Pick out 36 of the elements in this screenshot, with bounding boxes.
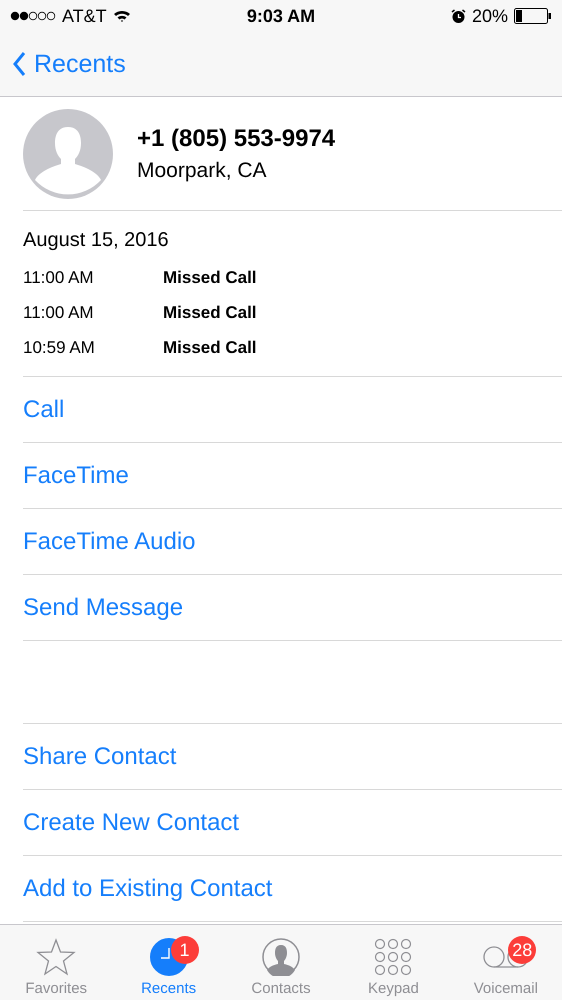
- tab-item[interactable]: 28 Voicemail: [450, 925, 562, 1000]
- action-row[interactable]: FaceTime: [23, 443, 562, 509]
- carrier: AT&T: [62, 6, 107, 26]
- person-icon: [262, 938, 300, 976]
- phone-number: +1 (805) 553-9974: [137, 124, 336, 152]
- action-row[interactable]: Share Contact: [23, 724, 562, 790]
- alarm-icon: [450, 8, 466, 24]
- tab-item[interactable]: Keypad: [337, 925, 450, 1000]
- badge-count: 28: [508, 936, 536, 964]
- signal-icon: [10, 11, 56, 21]
- action-row[interactable]: FaceTime Audio: [23, 509, 562, 575]
- call-type: Missed Call: [163, 268, 257, 288]
- chevron-left-icon: [12, 51, 26, 77]
- action-row[interactable]: Send Message: [23, 575, 562, 641]
- call-time: 11:00 AM: [23, 302, 95, 322]
- call-time: 10:59 AM: [23, 338, 96, 358]
- call-time: 11:00 AM: [23, 268, 95, 288]
- action-row[interactable]: Call: [23, 377, 562, 443]
- call-date: August 15, 2016: [23, 229, 170, 252]
- call-type: Missed Call: [163, 302, 257, 322]
- battery-icon: [514, 8, 552, 24]
- clock-time: 9:03 AM: [246, 6, 316, 26]
- action-row[interactable]: Create New Contact: [23, 790, 562, 856]
- star-icon: [36, 938, 76, 976]
- call-type: Missed Call: [163, 338, 257, 358]
- battery-percent: 20%: [472, 6, 508, 26]
- tab-item[interactable]: Favorites: [0, 925, 112, 1000]
- avatar-icon: [23, 108, 113, 198]
- wifi-icon: [112, 9, 131, 23]
- keypad-icon: [374, 938, 412, 976]
- tab-item[interactable]: 1 Recents: [112, 925, 225, 1000]
- location: Moorpark, CA: [137, 158, 268, 182]
- back-button[interactable]: Recents: [12, 50, 126, 78]
- tab-item[interactable]: Contacts: [224, 925, 338, 1000]
- badge-count: 1: [170, 936, 198, 964]
- action-row[interactable]: Add to Existing Contact: [23, 856, 562, 922]
